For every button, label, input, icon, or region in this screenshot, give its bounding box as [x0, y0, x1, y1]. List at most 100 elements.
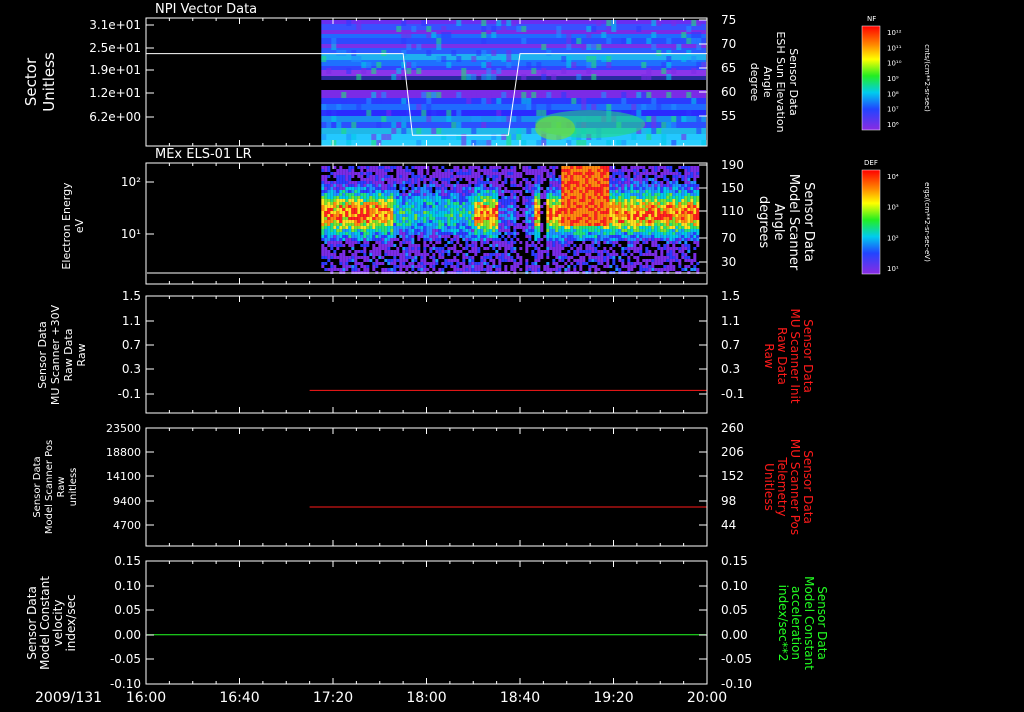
els-cell [624, 202, 628, 205]
els-cell [579, 214, 583, 217]
els-cell [336, 169, 340, 172]
els-cell [570, 166, 574, 169]
els-cell [528, 235, 532, 238]
els-cell [450, 262, 454, 265]
accel-label-2: Model Constant [802, 576, 816, 670]
els-cell [510, 190, 514, 193]
els-cell [651, 202, 655, 205]
els-cell [627, 199, 631, 202]
els-cell [468, 229, 472, 232]
els-cell [657, 205, 661, 208]
npi-cell [426, 104, 432, 110]
els-cell [447, 169, 451, 172]
els-cell [513, 226, 517, 229]
els-cell [510, 241, 514, 244]
els-cell [675, 247, 679, 250]
els-cell [441, 181, 445, 184]
els-cell [612, 262, 616, 265]
els-cell [393, 235, 397, 238]
els-cell [522, 220, 526, 223]
els-cell [678, 187, 682, 190]
els-cell [627, 211, 631, 214]
els-cell [594, 265, 598, 268]
els-cell [612, 196, 616, 199]
els-cell [663, 247, 667, 250]
npi-cell [601, 56, 607, 62]
els-cell [597, 241, 601, 244]
els-cell [642, 265, 646, 268]
els-cell [453, 229, 457, 232]
els-cell [555, 196, 559, 199]
els-cell [648, 232, 652, 235]
els-cell [471, 214, 475, 217]
els-cell [576, 217, 580, 220]
left-tick-label: 0.15 [114, 554, 141, 568]
els-cell [657, 268, 661, 271]
els-cell [528, 220, 532, 223]
els-cell [537, 217, 541, 220]
npi-cell [351, 122, 357, 128]
els-cell [324, 175, 328, 178]
els-cell [684, 217, 688, 220]
els-cell [348, 184, 352, 187]
els-cell [549, 232, 553, 235]
els-cell [438, 235, 442, 238]
els-cell [639, 214, 643, 217]
els-cell [603, 238, 607, 241]
els-cell [348, 229, 352, 232]
els-cell [429, 205, 433, 208]
els-cell [528, 199, 532, 202]
els-cell [591, 244, 595, 247]
els-cell [687, 226, 691, 229]
els-cell [672, 193, 676, 196]
els-cell [582, 196, 586, 199]
els-cell [654, 214, 658, 217]
els-cell [366, 256, 370, 259]
els-cell [351, 196, 355, 199]
els-cell [531, 184, 535, 187]
npi-cell [346, 20, 352, 26]
els-cell [582, 223, 586, 226]
els-cell [555, 244, 559, 247]
els-cell [363, 217, 367, 220]
els-cell [573, 253, 577, 256]
els-cell [606, 181, 610, 184]
els-cell [651, 259, 655, 262]
els-cell [414, 175, 418, 178]
els-cell [531, 196, 535, 199]
els-cell [444, 205, 448, 208]
els-cell [459, 190, 463, 193]
els-cell [534, 211, 538, 214]
els-cell [444, 220, 448, 223]
els-cell [420, 253, 424, 256]
npi-cell [636, 26, 642, 32]
els-cell [405, 202, 409, 205]
els-cell [399, 196, 403, 199]
els-cell [693, 217, 697, 220]
els-cell [573, 205, 577, 208]
els-cell [354, 268, 358, 271]
els-cell [660, 199, 664, 202]
els-cell [468, 184, 472, 187]
els-cell [657, 184, 661, 187]
els-cell [663, 199, 667, 202]
els-cell [339, 205, 343, 208]
els-cell [546, 214, 550, 217]
els-cell [639, 223, 643, 226]
els-cell [579, 247, 583, 250]
els-cell [441, 187, 445, 190]
els-cell [558, 193, 562, 196]
els-cell [657, 181, 661, 184]
right-tick-label: 75 [721, 13, 736, 27]
npi-cell [341, 98, 347, 104]
els-cell [333, 202, 337, 205]
els-cell [654, 202, 658, 205]
npi-cell [571, 62, 577, 68]
els-cell [354, 229, 358, 232]
els-cell [432, 205, 436, 208]
els-cell [528, 229, 532, 232]
els-cell [681, 217, 685, 220]
els-cell [360, 178, 364, 181]
els-cell [438, 187, 442, 190]
els-cell [432, 259, 436, 262]
